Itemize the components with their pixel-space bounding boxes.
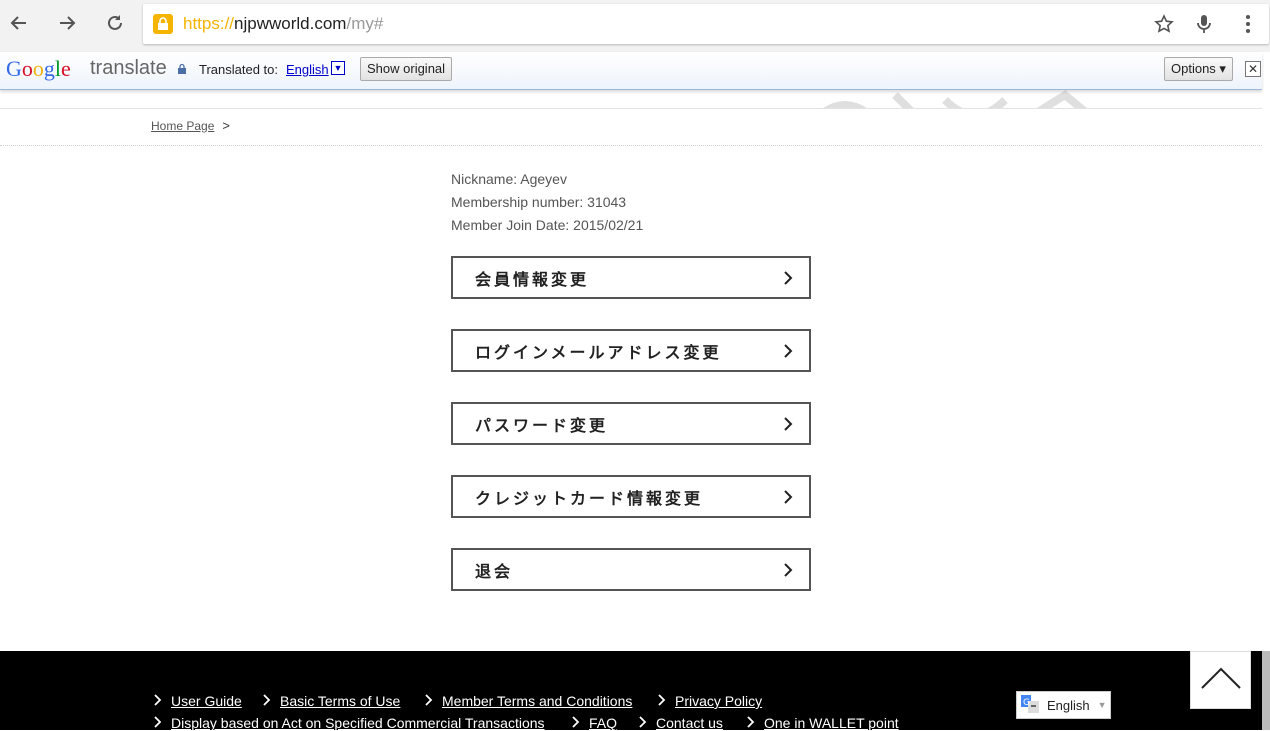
- chevron-right-icon: [154, 693, 162, 709]
- language-selector-value: English: [1047, 697, 1090, 713]
- chevron-right-icon: [639, 715, 647, 731]
- footer-link-label: Display based on Act on Specified Commer…: [171, 715, 545, 731]
- footer-link-faq[interactable]: FAQ: [572, 715, 617, 731]
- scroll-to-top-button[interactable]: [1190, 651, 1251, 709]
- options-button[interactable]: Options ▾: [1164, 57, 1233, 81]
- breadcrumb-home-link[interactable]: Home Page: [151, 119, 214, 133]
- chevron-right-icon: [154, 715, 162, 731]
- svg-text:G: G: [1023, 698, 1030, 708]
- footer-link-label: Privacy Policy: [675, 693, 763, 709]
- scrollbar[interactable]: [1262, 651, 1270, 730]
- footer-link-label: Member Terms and Conditions: [442, 693, 633, 709]
- change-member-info-button[interactable]: 会員情報変更: [451, 256, 811, 299]
- change-password-button[interactable]: パスワード変更: [451, 402, 811, 445]
- menu-button-label: クレジットカード情報変更: [475, 488, 704, 508]
- footer-link-user-guide[interactable]: User Guide: [154, 693, 242, 709]
- withdraw-membership-button[interactable]: 退会: [451, 548, 811, 591]
- chevron-right-icon: [658, 693, 666, 709]
- footer-link-label: FAQ: [589, 715, 618, 731]
- menu-button-label: 退会: [475, 561, 514, 581]
- target-language-link[interactable]: English: [286, 62, 329, 77]
- google-logo: Google: [6, 56, 71, 81]
- chevron-right-icon: [783, 271, 793, 290]
- join-date-text: Member Join Date: 2015/02/21: [451, 217, 644, 233]
- menu-button-label: パスワード変更: [475, 415, 609, 435]
- url-host: njpwworld.com: [234, 14, 347, 33]
- chevron-up-icon: [1200, 666, 1242, 695]
- url-path: /my#: [346, 14, 384, 33]
- logo-watermark: [805, 90, 1105, 108]
- chevron-right-icon: [747, 715, 755, 731]
- show-original-button[interactable]: Show original: [360, 57, 453, 81]
- breadcrumb-separator: >: [222, 118, 230, 133]
- footer-link-label: One in WALLET point: [764, 715, 899, 731]
- membership-number-text: Membership number: 31043: [451, 194, 627, 210]
- language-dropdown-caret-icon[interactable]: ▼: [331, 61, 345, 75]
- lock-icon: [177, 63, 187, 75]
- change-login-email-button[interactable]: ログインメールアドレス変更: [451, 329, 811, 372]
- menu-button-label: ログインメールアドレス変更: [475, 342, 722, 362]
- chevron-right-icon: [783, 563, 793, 582]
- microphone-icon[interactable]: [1193, 13, 1215, 35]
- footer-link-member-terms[interactable]: Member Terms and Conditions: [425, 693, 632, 709]
- forward-arrow-icon[interactable]: [54, 10, 80, 36]
- footer-link-wallet-point[interactable]: One in WALLET point: [747, 715, 899, 731]
- footer-link-basic-terms[interactable]: Basic Terms of Use: [263, 693, 400, 709]
- menu-button-label: 会員情報変更: [475, 269, 590, 289]
- translate-wordmark: translate: [90, 57, 167, 79]
- chevron-right-icon: [572, 715, 580, 731]
- footer-link-privacy-policy[interactable]: Privacy Policy: [658, 693, 762, 709]
- member-info: Nickname: Ageyev Membership number: 3104…: [451, 168, 643, 237]
- lock-icon: [153, 14, 173, 34]
- url-text[interactable]: https://njpwworld.com/my#: [183, 14, 383, 34]
- translated-to-label: Translated to:: [199, 62, 279, 77]
- footer-link-commercial-transactions[interactable]: Display based on Act on Specified Commer…: [154, 715, 545, 731]
- header-divider: [0, 108, 1262, 109]
- breadcrumb-divider: [0, 145, 1262, 146]
- address-bar[interactable]: https://njpwworld.com/my#: [143, 4, 1269, 44]
- footer-link-label: Basic Terms of Use: [280, 693, 401, 709]
- nickname-text: Nickname: Ageyev: [451, 171, 567, 187]
- bookmark-star-icon[interactable]: [1153, 13, 1175, 35]
- chevron-right-icon: [783, 417, 793, 436]
- reload-icon[interactable]: [102, 10, 128, 36]
- footer-link-label: User Guide: [171, 693, 242, 709]
- language-selector[interactable]: G English ▼: [1016, 691, 1111, 719]
- google-translate-icon: G: [1021, 694, 1039, 716]
- chevron-right-icon: [783, 490, 793, 509]
- footer-link-contact[interactable]: Contact us: [639, 715, 723, 731]
- chevron-right-icon: [263, 693, 271, 709]
- back-arrow-icon[interactable]: [6, 10, 32, 36]
- url-scheme: https://: [183, 14, 235, 33]
- menu-kebab-icon[interactable]: [1237, 13, 1259, 35]
- chevron-right-icon: [425, 693, 433, 709]
- breadcrumb: Home Page >: [151, 118, 230, 133]
- dropdown-caret-icon: ▼: [1097, 700, 1107, 710]
- footer-link-label: Contact us: [656, 715, 723, 731]
- close-translate-bar-icon[interactable]: ✕: [1245, 61, 1261, 77]
- chevron-right-icon: [783, 344, 793, 363]
- browser-toolbar: https://njpwworld.com/my#: [0, 0, 1270, 52]
- change-credit-card-button[interactable]: クレジットカード情報変更: [451, 475, 811, 518]
- google-translate-bar: Google translate Translated to: English …: [0, 52, 1262, 90]
